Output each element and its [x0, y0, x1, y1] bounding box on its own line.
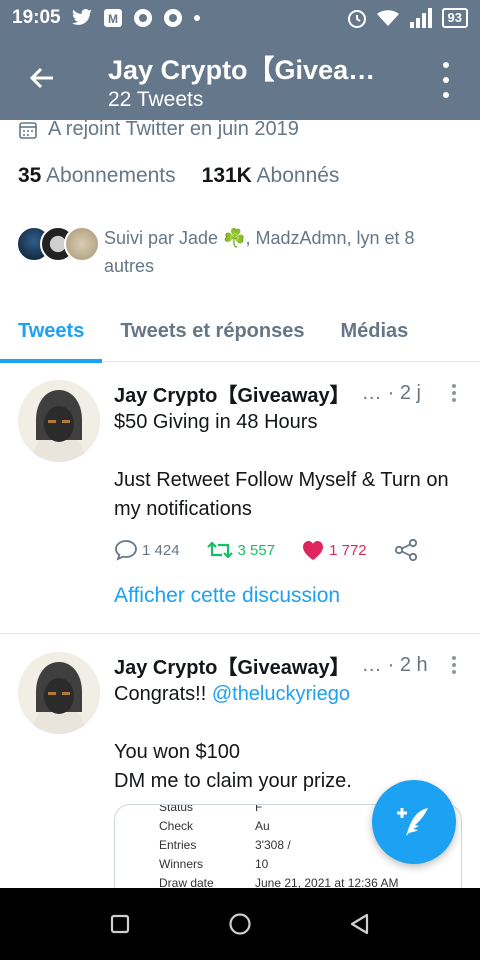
followed-by-text: Suivi par Jade ☘️, MadzAdmn, lyn et 8 au…: [104, 228, 415, 276]
tab-media[interactable]: Médias: [322, 300, 426, 362]
tweet-handle: …: [361, 653, 382, 676]
mention-link[interactable]: @theluckyriego: [212, 683, 350, 705]
tweet-text: $50 Giving in 48 Hours Just Retweet Foll…: [114, 411, 449, 520]
followers-label: Abonnés: [256, 164, 340, 187]
twitter-notification-icon: [71, 9, 93, 27]
media-row-key: Check: [159, 818, 194, 833]
triangle-back-icon: [350, 913, 369, 935]
retweet-icon: [206, 541, 233, 559]
media-row-key: Entries: [159, 837, 197, 852]
follow-stats: 35 Abonnements 131K Abonnés: [18, 164, 339, 188]
status-bar: 19:05 M 93: [0, 0, 480, 36]
avatar[interactable]: [18, 652, 100, 734]
following-label: Abonnements: [46, 164, 176, 187]
vpn-notification-icon-2: [163, 8, 183, 28]
status-time: 19:05: [12, 7, 61, 28]
signal-icon: [408, 8, 434, 28]
like-count: 1 772: [329, 541, 367, 559]
heart-icon: [303, 541, 324, 560]
arrow-left-icon: [29, 67, 53, 89]
avatar[interactable]: [18, 380, 100, 462]
followers-count: 131K: [201, 164, 252, 187]
app-notification-icon: M: [103, 8, 123, 28]
media-row-value: Au: [255, 818, 270, 833]
profile-tabs: Tweets Tweets et réponses Médias: [0, 300, 480, 363]
following-link[interactable]: 35 Abonnements: [18, 164, 176, 188]
retweet-count: 3 557: [237, 541, 276, 559]
joined-text: A rejoint Twitter en juin 2019: [48, 118, 299, 140]
followers-link[interactable]: 131K Abonnés: [202, 164, 340, 188]
show-thread-link[interactable]: Afficher cette discussion: [114, 584, 462, 608]
follower-avatar: [64, 226, 100, 262]
share-icon: [394, 538, 417, 562]
tweet-author-name[interactable]: Jay Crypto【Giveaway】: [114, 651, 350, 680]
app-header: 19:05 M 93 Jay Crypto【Givea… 22 Tweets: [0, 0, 480, 120]
square-icon: [110, 914, 130, 934]
media-row-key: Status: [159, 804, 194, 814]
calendar-icon: [19, 121, 37, 139]
share-button[interactable]: [393, 538, 419, 562]
reply-icon: [115, 540, 137, 561]
tweet-time: · 2 h: [387, 653, 428, 676]
page-title: Jay Crypto【Givea…: [108, 55, 376, 85]
tweet-author-name[interactable]: Jay Crypto【Giveaway】: [114, 379, 350, 408]
tweet-actions: 1 424 3 557 1 772: [114, 538, 462, 562]
more-options-button[interactable]: [436, 62, 456, 98]
tweet-time: · 2 j: [387, 381, 421, 404]
quill-plus-icon: [397, 808, 428, 836]
tab-tweets-replies[interactable]: Tweets et réponses: [102, 300, 322, 362]
like-button[interactable]: 1 772: [301, 539, 367, 561]
media-row-value: 10: [255, 856, 269, 871]
back-nav-button[interactable]: [340, 904, 380, 944]
back-button[interactable]: [22, 58, 62, 98]
reply-button[interactable]: 1 424: [114, 539, 180, 561]
tweet-menu-button[interactable]: [446, 384, 462, 402]
compose-tweet-button[interactable]: [372, 780, 456, 864]
more-notifications-dot-icon: [193, 14, 201, 22]
followed-by[interactable]: Suivi par Jade ☘️, MadzAdmn, lyn et 8 au…: [16, 224, 466, 280]
following-count: 35: [18, 164, 42, 187]
tweet-text: Congrats!! @theluckyriego You won $100 D…: [114, 680, 462, 796]
tweet-count: 22 Tweets: [108, 88, 204, 111]
recents-button[interactable]: [100, 904, 140, 944]
media-row-value: F: [255, 804, 263, 814]
tweet-handle: …: [361, 381, 382, 404]
wifi-icon: [376, 8, 400, 28]
alarm-icon: [346, 7, 368, 29]
circle-icon: [229, 913, 251, 935]
reply-count: 1 424: [142, 541, 180, 559]
media-row-value: 3'308 /: [255, 837, 291, 852]
system-nav-bar: [0, 888, 480, 960]
media-row-key: Winners: [159, 856, 204, 871]
joined-date: A rejoint Twitter en juin 2019: [18, 118, 299, 141]
retweet-button[interactable]: 3 557: [206, 539, 276, 561]
vpn-notification-icon: [133, 8, 153, 28]
home-button[interactable]: [220, 904, 260, 944]
tweet-menu-button[interactable]: [446, 656, 462, 674]
tweet-item[interactable]: Jay Crypto【Giveaway】 … · 2 j $50 Giving …: [0, 362, 480, 634]
tweet-text-end: You won $100 DM me to claim your prize.: [114, 741, 352, 792]
tweet-text-start: Congrats!!: [114, 683, 212, 705]
svg-text:M: M: [108, 12, 118, 26]
battery-level: 93: [441, 8, 468, 28]
follower-avatars: [16, 224, 102, 264]
tab-tweets[interactable]: Tweets: [0, 300, 103, 363]
